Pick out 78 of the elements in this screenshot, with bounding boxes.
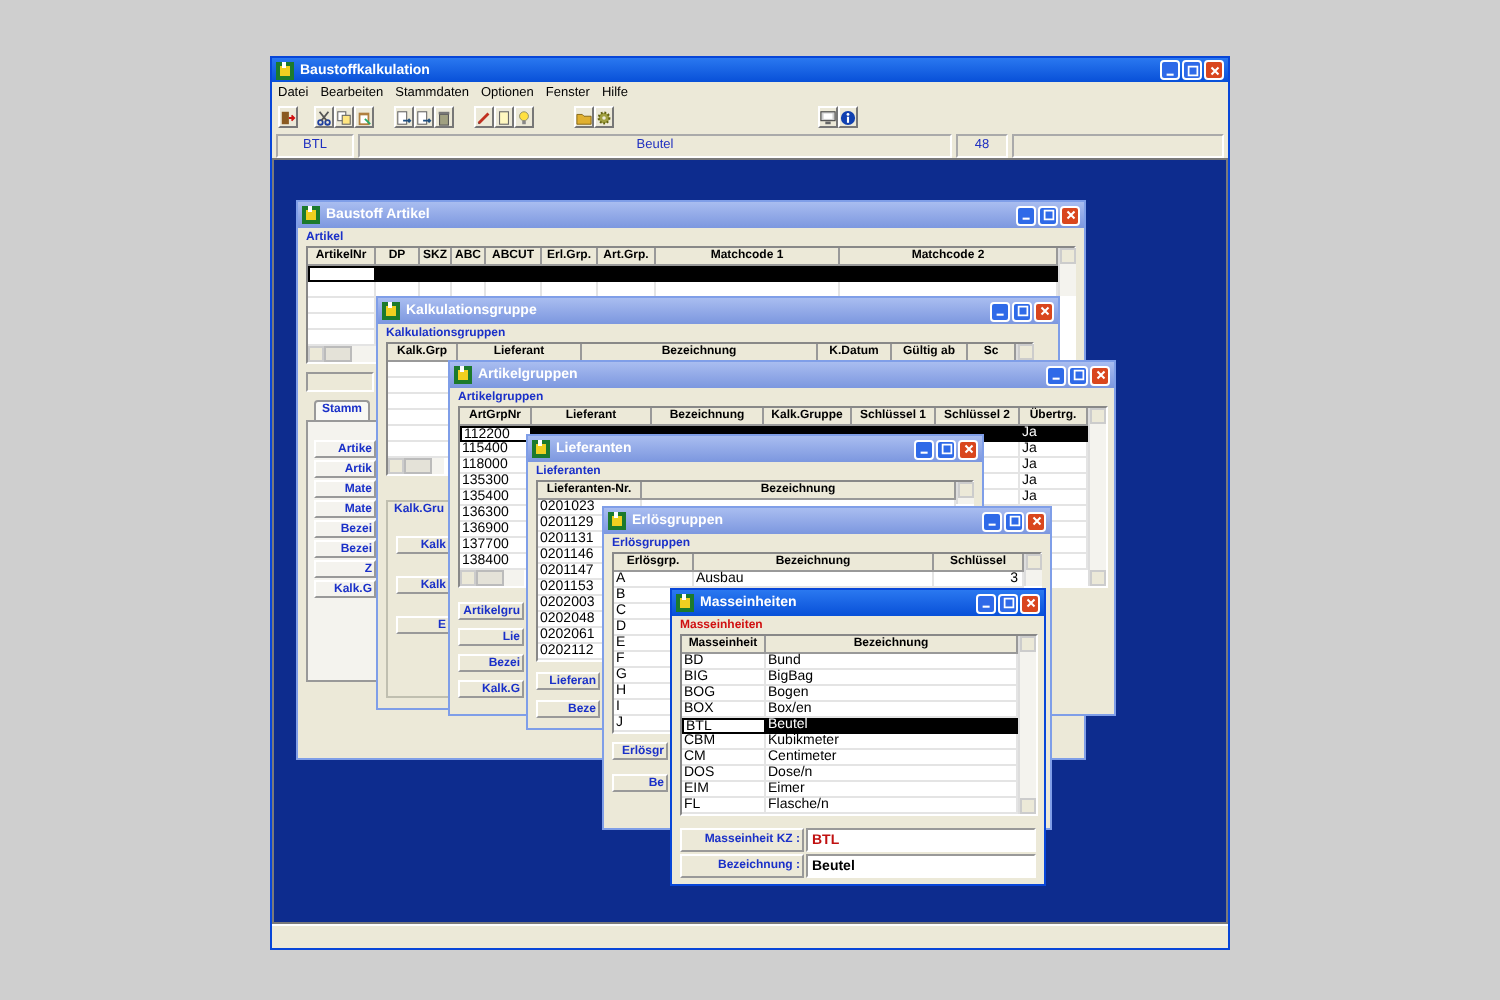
info-icon bbox=[840, 109, 856, 125]
toolbar-button[interactable] bbox=[574, 106, 594, 128]
maximize-button[interactable] bbox=[936, 439, 956, 459]
scissors-icon bbox=[316, 109, 332, 125]
maximize-button[interactable] bbox=[1182, 60, 1202, 80]
minimize-button[interactable] bbox=[990, 301, 1010, 321]
toolbar-button[interactable] bbox=[838, 106, 858, 128]
minimize-button[interactable] bbox=[1046, 365, 1066, 385]
maximize-icon bbox=[1041, 208, 1055, 222]
close-icon bbox=[1063, 208, 1077, 222]
app-icon bbox=[532, 440, 550, 458]
maximize-button[interactable] bbox=[998, 593, 1018, 613]
maximize-icon bbox=[1071, 368, 1085, 382]
folder-icon bbox=[576, 109, 592, 125]
maximize-button[interactable] bbox=[1038, 205, 1058, 225]
close-icon bbox=[1037, 304, 1051, 318]
toolbar-button[interactable] bbox=[494, 106, 514, 128]
close-icon bbox=[1093, 368, 1107, 382]
toolbar-button[interactable] bbox=[394, 106, 414, 128]
close-icon bbox=[1207, 63, 1221, 77]
gear-icon bbox=[596, 109, 612, 125]
maximize-icon bbox=[1007, 514, 1021, 528]
toolbar-button[interactable] bbox=[314, 106, 334, 128]
vertical-scrollbar[interactable] bbox=[1016, 344, 1034, 360]
vertical-scrollbar[interactable] bbox=[956, 482, 974, 504]
trash-icon bbox=[436, 109, 452, 125]
app-icon bbox=[608, 512, 626, 530]
minimize-button[interactable] bbox=[982, 511, 1002, 531]
maximize-icon bbox=[1185, 63, 1199, 77]
maximize-icon bbox=[1001, 596, 1015, 610]
close-button[interactable] bbox=[1034, 301, 1054, 321]
minimize-button[interactable] bbox=[914, 439, 934, 459]
page-icon bbox=[496, 109, 512, 125]
vertical-scrollbar[interactable] bbox=[1018, 636, 1036, 814]
close-icon bbox=[1029, 514, 1043, 528]
toolbar-button[interactable] bbox=[354, 106, 374, 128]
app-icon bbox=[276, 61, 294, 79]
toolbar-button[interactable] bbox=[514, 106, 534, 128]
maximize-icon bbox=[939, 442, 953, 456]
vertical-scrollbar[interactable] bbox=[1088, 408, 1106, 586]
horizontal-scrollbar[interactable] bbox=[460, 570, 524, 586]
horizontal-scrollbar[interactable] bbox=[388, 458, 444, 474]
toolbar-button[interactable] bbox=[434, 106, 454, 128]
close-button[interactable] bbox=[1020, 593, 1040, 613]
pencil-icon bbox=[476, 109, 492, 125]
app-icon bbox=[454, 366, 472, 384]
minimize-button[interactable] bbox=[976, 593, 996, 613]
app-icon bbox=[676, 594, 694, 612]
door-icon bbox=[280, 109, 296, 125]
minimize-button[interactable] bbox=[1016, 205, 1036, 225]
maximize-button[interactable] bbox=[1012, 301, 1032, 321]
maximize-button[interactable] bbox=[1004, 511, 1024, 531]
vertical-scrollbar[interactable] bbox=[1058, 248, 1076, 296]
horizontal-scrollbar[interactable] bbox=[308, 346, 376, 362]
close-button[interactable] bbox=[1026, 511, 1046, 531]
close-icon bbox=[961, 442, 975, 456]
copy-icon bbox=[336, 109, 352, 125]
app-icon bbox=[382, 302, 400, 320]
toolbar-button[interactable] bbox=[594, 106, 614, 128]
monitor-icon bbox=[820, 109, 836, 125]
vertical-scrollbar[interactable] bbox=[1024, 554, 1042, 586]
close-icon bbox=[1023, 596, 1037, 610]
toolbar-button[interactable] bbox=[818, 106, 838, 128]
maximize-button[interactable] bbox=[1068, 365, 1088, 385]
toolbar-button[interactable] bbox=[474, 106, 494, 128]
toolbar-button[interactable] bbox=[278, 106, 298, 128]
close-button[interactable] bbox=[1090, 365, 1110, 385]
close-button[interactable] bbox=[1060, 205, 1080, 225]
toolbar-button[interactable] bbox=[334, 106, 354, 128]
close-button[interactable] bbox=[958, 439, 978, 459]
clipboard-icon bbox=[356, 109, 372, 125]
maximize-icon bbox=[1015, 304, 1029, 318]
minimize-button[interactable] bbox=[1160, 60, 1180, 80]
app-icon bbox=[302, 206, 320, 224]
close-button[interactable] bbox=[1204, 60, 1224, 80]
input-field[interactable] bbox=[306, 372, 374, 392]
toolbar-button[interactable] bbox=[414, 106, 434, 128]
bulb-icon bbox=[516, 109, 532, 125]
